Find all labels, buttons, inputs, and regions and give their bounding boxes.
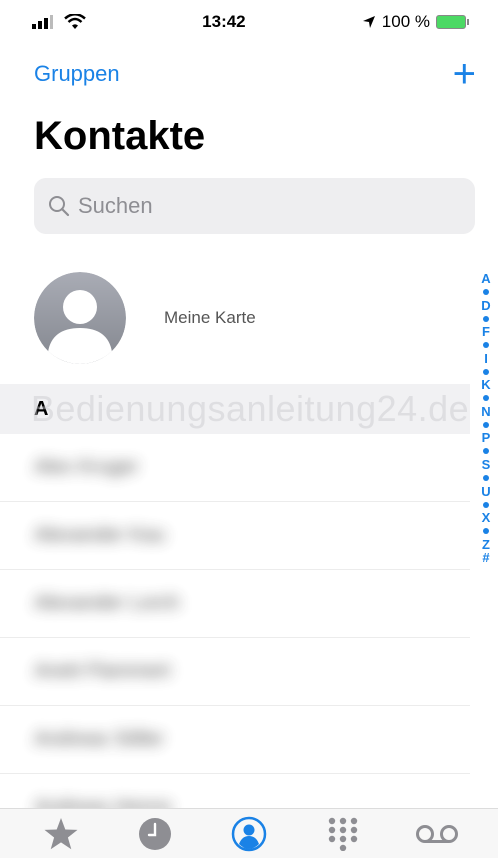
wifi-icon	[64, 14, 86, 29]
contact-name: Alexander Kau	[34, 524, 166, 546]
status-left	[32, 14, 86, 30]
index-letter[interactable]: I	[484, 351, 488, 365]
contact-name: Andreas Stiller	[34, 728, 165, 750]
index-letter[interactable]: P	[482, 431, 491, 445]
index-letter[interactable]: F	[482, 325, 490, 339]
nav-bar: Gruppen +	[0, 52, 498, 96]
person-avatar-icon	[34, 272, 126, 364]
status-right: 100 %	[362, 12, 469, 32]
contact-name: Alex Kruger	[34, 456, 139, 478]
search-input[interactable]: Suchen	[34, 178, 475, 234]
index-dot[interactable]	[483, 501, 489, 508]
tab-bar	[0, 808, 498, 858]
tab-recents[interactable]	[130, 812, 180, 856]
battery-icon	[436, 15, 469, 29]
index-dot[interactable]	[483, 395, 489, 402]
index-dot[interactable]	[483, 288, 489, 295]
index-dot[interactable]	[483, 474, 489, 481]
index-letter[interactable]: K	[481, 378, 490, 392]
battery-percent: 100 %	[381, 12, 430, 31]
index-letter[interactable]: Z	[482, 537, 490, 551]
my-card-label: Meine Karte	[164, 308, 256, 327]
status-bar: 13:42 100 %	[0, 0, 498, 44]
contact-row[interactable]: Alexander Lorch	[0, 570, 470, 638]
index-letter[interactable]: A	[481, 272, 490, 286]
clock-icon	[139, 817, 171, 850]
contact-name: Alexander Lorch	[34, 592, 180, 614]
star-icon	[44, 817, 78, 849]
index-dot[interactable]	[483, 368, 489, 375]
contact-row[interactable]: Alex Kruger	[0, 434, 470, 502]
avatar	[34, 272, 126, 364]
contact-name: Anett Flammert	[34, 660, 171, 682]
index-letter[interactable]: D	[481, 298, 490, 312]
index-letter[interactable]: N	[481, 405, 490, 419]
contact-row[interactable]: Andreas Stiller	[0, 706, 470, 774]
contact-list: Alex Kruger Alexander Kau Alexander Lorc…	[0, 434, 470, 842]
voicemail-icon	[416, 824, 458, 843]
section-header-a: A	[0, 384, 470, 434]
status-time: 13:42	[202, 12, 246, 31]
search-placeholder: Suchen	[78, 193, 153, 218]
tab-keypad[interactable]	[318, 812, 368, 856]
page-title: Kontakte	[34, 114, 206, 158]
contact-row[interactable]: Anett Flammert	[0, 638, 470, 706]
tab-contacts[interactable]	[224, 812, 274, 856]
tab-favorites[interactable]	[36, 812, 86, 856]
section-letter: A	[34, 397, 49, 420]
index-letter[interactable]: #	[482, 551, 489, 565]
tab-voicemail[interactable]	[412, 812, 462, 856]
contact-row[interactable]: Alexander Kau	[0, 502, 470, 570]
alphabet-index[interactable]: A D F I K N P S U X Z #	[478, 272, 494, 565]
index-letter[interactable]: X	[482, 511, 491, 525]
search-icon	[49, 196, 70, 217]
my-card[interactable]: Meine Karte	[34, 272, 464, 364]
groups-button[interactable]: Gruppen	[34, 61, 120, 87]
index-letter[interactable]: U	[481, 484, 490, 498]
signal-icon	[32, 15, 53, 29]
person-circle-icon	[231, 816, 267, 851]
index-dot[interactable]	[483, 342, 489, 349]
add-contact-button[interactable]: +	[453, 54, 476, 94]
location-arrow-icon	[362, 16, 375, 28]
index-dot[interactable]	[483, 528, 489, 535]
index-dot[interactable]	[483, 315, 489, 322]
index-letter[interactable]: S	[482, 458, 491, 472]
index-dot[interactable]	[483, 421, 489, 428]
index-dot[interactable]	[483, 448, 489, 455]
keypad-icon	[328, 817, 358, 851]
